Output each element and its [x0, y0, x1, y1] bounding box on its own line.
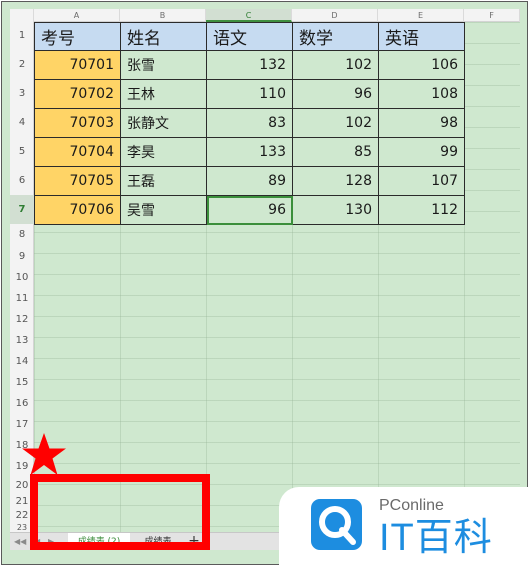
cell-name[interactable]: 李昊	[120, 137, 207, 167]
cell-math[interactable]: 102	[292, 50, 379, 80]
cell-id[interactable]: 70702	[34, 79, 121, 109]
table-row: 70704 李昊 133 85 99	[34, 137, 465, 167]
row-header[interactable]: 16	[10, 393, 34, 414]
watermark-brand-cn: IT百科	[379, 517, 493, 559]
table-row: 70702 王林 110 96 108	[34, 79, 465, 109]
cell-english[interactable]: 112	[378, 195, 465, 225]
cell-id[interactable]: 70704	[34, 137, 121, 167]
cell-chinese[interactable]: 110	[206, 79, 293, 109]
highlight-annotation-box	[30, 474, 210, 550]
column-header-b[interactable]: B	[120, 9, 206, 22]
cell-chinese[interactable]: 83	[206, 108, 293, 138]
column-header-d[interactable]: D	[292, 9, 378, 22]
cell-chinese-selected[interactable]: 96	[206, 195, 293, 225]
header-cell-math[interactable]: 数学	[292, 22, 379, 51]
row-header[interactable]: 13	[10, 330, 34, 351]
cell-chinese[interactable]: 89	[206, 166, 293, 196]
row-header[interactable]: 9	[10, 246, 34, 267]
row-header[interactable]: 11	[10, 288, 34, 309]
cell-english[interactable]: 107	[378, 166, 465, 196]
pconline-logo-icon	[311, 499, 362, 550]
row-header[interactable]: 7	[10, 195, 34, 224]
cell-english[interactable]: 98	[378, 108, 465, 138]
header-cell-chinese[interactable]: 语文	[206, 22, 293, 51]
row-header[interactable]: 15	[10, 372, 34, 393]
cell-math[interactable]: 130	[292, 195, 379, 225]
cell-chinese[interactable]: 133	[206, 137, 293, 167]
scores-table: 考号 姓名 语文 数学 英语 70701 张雪 132 102 106 7070…	[34, 22, 465, 225]
cell-name[interactable]: 吴雪	[120, 195, 207, 225]
row-header[interactable]: 4	[10, 108, 34, 137]
row-header[interactable]: 8	[10, 224, 34, 246]
row-header[interactable]: 6	[10, 166, 34, 195]
first-sheet-nav-button[interactable]: ◀◀	[14, 537, 26, 546]
cell-math[interactable]: 102	[292, 108, 379, 138]
cell-math[interactable]: 85	[292, 137, 379, 167]
cell-id[interactable]: 70703	[34, 108, 121, 138]
table-row: 70706 吴雪 96 130 112	[34, 195, 465, 225]
cell-english[interactable]: 106	[378, 50, 465, 80]
header-cell-english[interactable]: 英语	[378, 22, 465, 51]
table-row: 70701 张雪 132 102 106	[34, 50, 465, 80]
row-header[interactable]: 5	[10, 137, 34, 166]
column-header-f[interactable]: F	[464, 9, 520, 22]
cell-math[interactable]: 128	[292, 166, 379, 196]
star-icon	[22, 433, 66, 475]
cell-name[interactable]: 张雪	[120, 50, 207, 80]
table-header-row: 考号 姓名 语文 数学 英语	[34, 22, 465, 51]
select-all-corner[interactable]	[10, 9, 34, 22]
cell-english[interactable]: 108	[378, 79, 465, 109]
pconline-watermark: PConline IT百科	[279, 487, 528, 565]
header-cell-name[interactable]: 姓名	[120, 22, 207, 51]
column-header-c[interactable]: C	[206, 9, 292, 22]
cell-name[interactable]: 王林	[120, 79, 207, 109]
cell-id[interactable]: 70701	[34, 50, 121, 80]
watermark-brand-top: PConline	[379, 497, 444, 514]
cell-english[interactable]: 99	[378, 137, 465, 167]
table-row: 70703 张静文 83 102 98	[34, 108, 465, 138]
column-header-strip: A B C D E F	[10, 9, 520, 22]
row-header[interactable]: 10	[10, 267, 34, 288]
row-header[interactable]: 1	[10, 22, 34, 50]
row-header[interactable]: 2	[10, 50, 34, 79]
row-header[interactable]: 12	[10, 309, 34, 330]
cell-name[interactable]: 张静文	[120, 108, 207, 138]
cell-name[interactable]: 王磊	[120, 166, 207, 196]
row-header[interactable]: 14	[10, 351, 34, 372]
header-cell-id[interactable]: 考号	[34, 22, 121, 51]
cell-id[interactable]: 70705	[34, 166, 121, 196]
cell-id[interactable]: 70706	[34, 195, 121, 225]
table-row: 70705 王磊 89 128 107	[34, 166, 465, 196]
column-header-e[interactable]: E	[378, 9, 464, 22]
cell-math[interactable]: 96	[292, 79, 379, 109]
column-header-a[interactable]: A	[34, 9, 120, 22]
cell-chinese[interactable]: 132	[206, 50, 293, 80]
row-header[interactable]: 3	[10, 79, 34, 108]
